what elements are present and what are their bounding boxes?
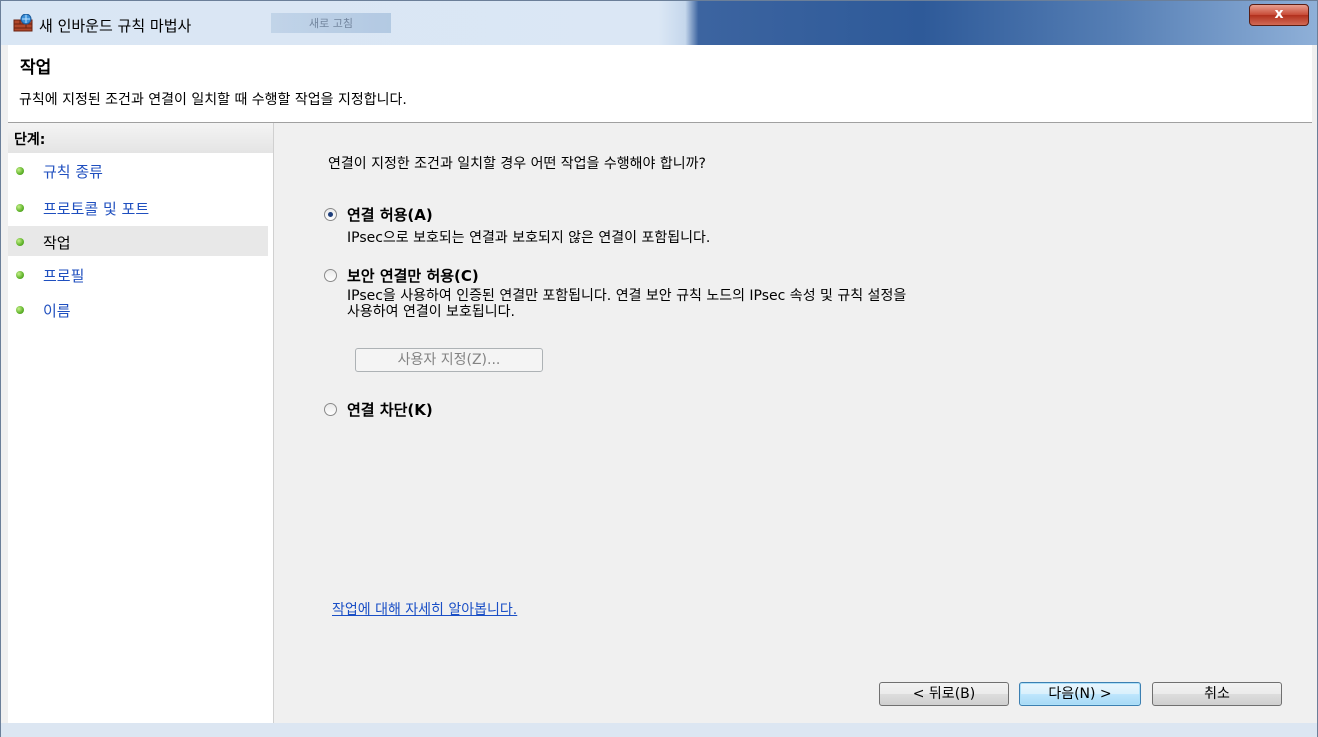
step-action: 작업: [8, 226, 268, 256]
block-connection-radio[interactable]: [324, 403, 337, 416]
allow-secure-radio[interactable]: [324, 269, 337, 282]
step-bullet-icon: [16, 271, 24, 279]
customize-button[interactable]: 사용자 지정(Z)...: [355, 348, 543, 372]
title-bar[interactable]: 새 인바운드 규칙 마법사 새로 고침 x: [1, 1, 1317, 45]
action-question: 연결이 지정한 조건과 일치할 경우 어떤 작업을 수행해야 합니까?: [328, 156, 706, 172]
steps-heading: 단계:: [8, 123, 273, 153]
main-pane: 연결이 지정한 조건과 일치할 경우 어떤 작업을 수행해야 합니까? 연결 허…: [274, 123, 1312, 723]
allow-connection-radio[interactable]: [324, 208, 337, 221]
allow-secure-description-line1: IPsec을 사용하여 인증된 연결만 포함됩니다. 연결 보안 규칙 노드의 …: [347, 288, 907, 304]
background-window-tab-label: 새로 고침: [309, 17, 353, 30]
step-profile[interactable]: 프로필: [8, 259, 268, 289]
learn-more-link[interactable]: 작업에 대해 자세히 알아봅니다.: [332, 599, 517, 619]
step-rule-type[interactable]: 규칙 종류: [8, 155, 268, 185]
back-button[interactable]: < 뒤로(B): [879, 682, 1009, 706]
step-label[interactable]: 이름: [43, 300, 71, 321]
step-label: 작업: [43, 234, 71, 252]
page-title: 작업: [20, 58, 52, 78]
background-window-tab: 새로 고침: [271, 13, 391, 33]
step-label[interactable]: 프로토콜 및 포트: [43, 198, 149, 219]
step-label[interactable]: 규칙 종류: [43, 161, 103, 182]
step-name[interactable]: 이름: [8, 294, 268, 324]
window-title: 새 인바운드 규칙 마법사: [39, 17, 192, 35]
steps-pane: 단계: 규칙 종류 프로토콜 및 포트 작업 프로필 이름: [8, 123, 274, 723]
allow-connection-label[interactable]: 연결 허용(A): [347, 204, 433, 225]
page-description: 규칙에 지정된 조건과 연결이 일치할 때 수행할 작업을 지정합니다.: [19, 92, 407, 108]
wizard-window: 새 인바운드 규칙 마법사 새로 고침 x 작업 규칙에 지정된 조건과 연결이…: [0, 0, 1318, 737]
steps-heading-label: 단계:: [14, 132, 46, 148]
allow-secure-description-line2: 사용하여 연결이 보호됩니다.: [347, 304, 515, 320]
allow-connection-description: IPsec으로 보호되는 연결과 보호되지 않은 연결이 포함됩니다.: [347, 230, 711, 246]
firewall-icon: [13, 14, 33, 32]
cancel-button[interactable]: 취소: [1152, 682, 1282, 706]
step-bullet-icon: [16, 204, 24, 212]
next-button[interactable]: 다음(N) >: [1019, 682, 1141, 706]
step-bullet-icon: [16, 238, 24, 246]
allow-secure-label[interactable]: 보안 연결만 허용(C): [347, 265, 479, 286]
close-button[interactable]: x: [1249, 4, 1309, 26]
window-bottom-border: [1, 723, 1317, 737]
step-label[interactable]: 프로필: [43, 265, 84, 286]
step-bullet-icon: [16, 167, 24, 175]
step-bullet-icon: [16, 306, 24, 314]
block-connection-label[interactable]: 연결 차단(K): [347, 399, 433, 420]
wizard-header: 작업 규칙에 지정된 조건과 연결이 일치할 때 수행할 작업을 지정합니다.: [8, 45, 1312, 123]
step-protocol-port[interactable]: 프로토콜 및 포트: [8, 192, 268, 222]
